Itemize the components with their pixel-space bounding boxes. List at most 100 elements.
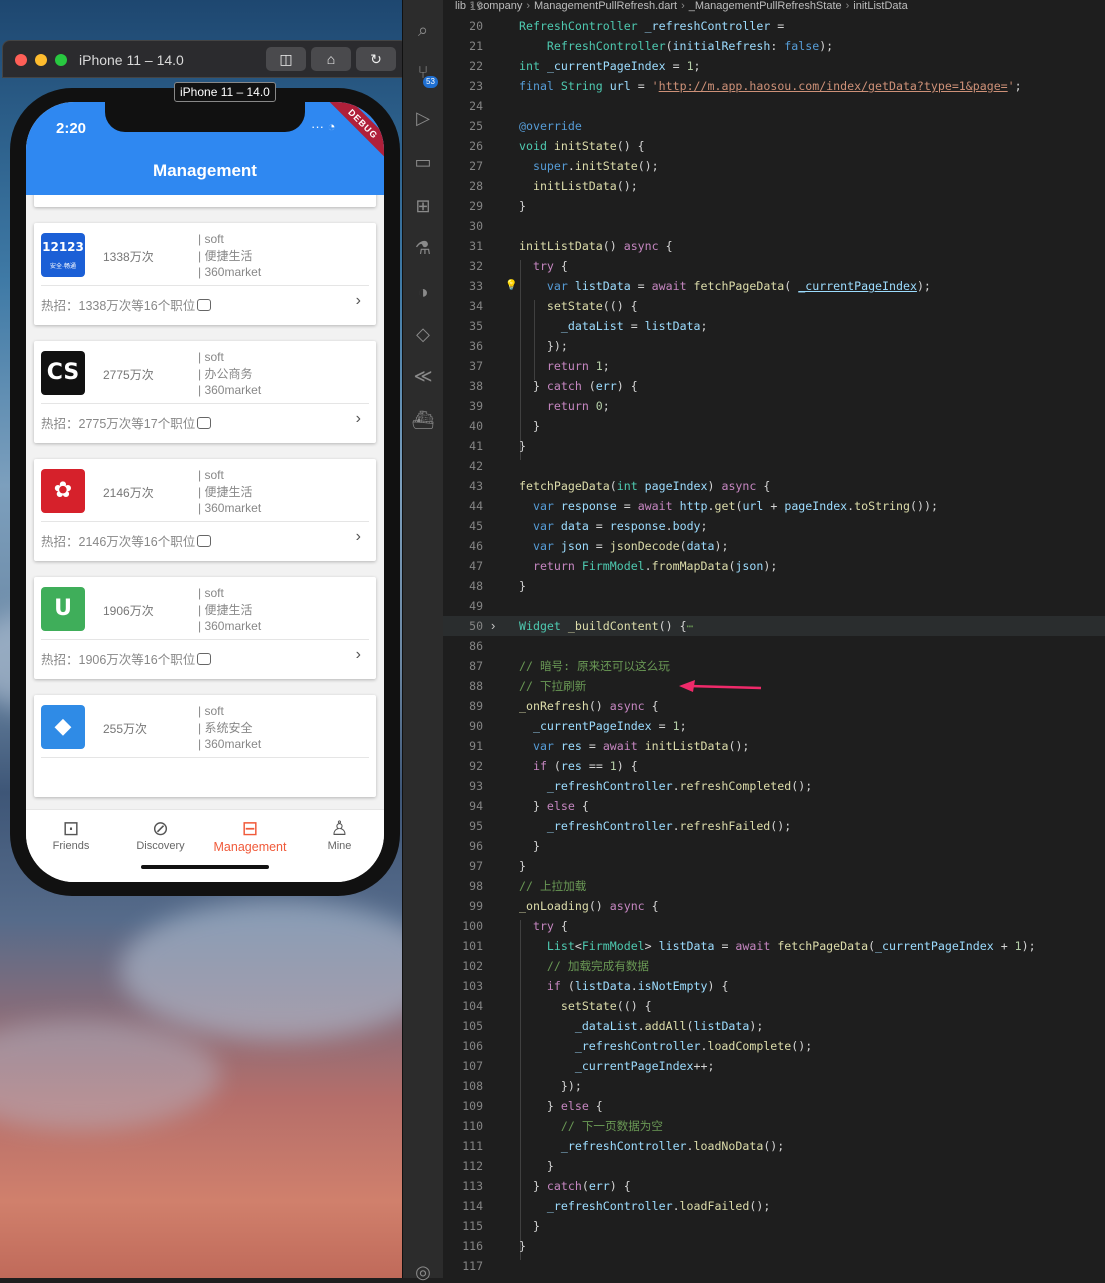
code-line[interactable]: 89 _onRefresh() async { <box>443 696 1105 716</box>
code-line[interactable]: 107 _currentPageIndex++; <box>443 1056 1105 1076</box>
code-editor[interactable]: lib › company › ManagementPullRefresh.dart › _… <box>443 0 1105 1278</box>
list-card[interactable]: 热招：156万次等12个职位› <box>34 195 376 207</box>
extensions-icon[interactable]: ⊞ <box>403 196 443 217</box>
card-list[interactable]: 热招：156万次等12个职位› 12123安全·畅通 1338万次 | soft | 便… <box>26 195 384 809</box>
code-line[interactable]: 103 if (listData.isNotEmpty) { <box>443 976 1105 996</box>
code-line[interactable]: 33 var listData = await fetchPageData( _… <box>443 276 1105 296</box>
code-line[interactable]: 101 List<FirmModel> listData = await fet… <box>443 936 1105 956</box>
search-icon[interactable]: ⌕ <box>403 20 443 41</box>
code-line[interactable]: 27 super.initState(); <box>443 156 1105 176</box>
code-line[interactable]: 91 var res = await initListData(); <box>443 736 1105 756</box>
code-line[interactable]: 90 _currentPageIndex = 1; <box>443 716 1105 736</box>
code-line[interactable]: 117 <box>443 1256 1105 1276</box>
list-card[interactable]: ◆ 255万次 | soft | 系统安全 | 360market <box>34 695 376 797</box>
list-card[interactable]: ✿ 2146万次 | soft | 便捷生活 | 360market 热招：2146万次等… <box>34 459 376 561</box>
code-line[interactable]: 93 _refreshController.refreshCompleted()… <box>443 776 1105 796</box>
tab-friends[interactable]: ⊡ Friends <box>26 818 116 852</box>
code-line[interactable]: 105 _dataList.addAll(listData); <box>443 1016 1105 1036</box>
close-window-button[interactable] <box>15 54 27 66</box>
code-line[interactable]: 48} <box>443 576 1105 596</box>
code-line[interactable]: 21 RefreshController(initialRefresh: fal… <box>443 36 1105 56</box>
code-line[interactable]: 41} <box>443 436 1105 456</box>
code-line[interactable]: 19 <box>443 0 1105 16</box>
chevron-right-icon[interactable]: › <box>356 292 361 310</box>
code-line[interactable]: 43 fetchPageData(int pageIndex) async { <box>443 476 1105 496</box>
chevron-right-icon[interactable]: › <box>356 410 361 428</box>
code-line[interactable]: 92 if (res == 1) { <box>443 756 1105 776</box>
code-line[interactable]: 49 <box>443 596 1105 616</box>
tab-mine[interactable]: ♙ Mine <box>295 818 385 852</box>
code-line[interactable]: 116} <box>443 1236 1105 1256</box>
code-line[interactable]: 86 <box>443 636 1105 656</box>
code-line[interactable]: 35 _dataList = listData; <box>443 316 1105 336</box>
code-line[interactable]: 50 Widget _buildContent() {⋯ › <box>443 616 1105 636</box>
tab-management[interactable]: ⊟ Management <box>205 818 295 854</box>
flutter-icon[interactable]: ≪ <box>403 366 443 387</box>
code-line[interactable]: 110 // 下一页数据为空 <box>443 1116 1105 1136</box>
code-line[interactable]: 112 } <box>443 1156 1105 1176</box>
code-line[interactable]: 25 @override <box>443 116 1105 136</box>
chevron-right-icon[interactable]: › <box>356 528 361 546</box>
code-line[interactable]: 95 _refreshController.refreshFailed(); <box>443 816 1105 836</box>
code-line[interactable]: 87 // 暗号: 原来还可以这么玩 <box>443 656 1105 676</box>
list-card[interactable]: 12123 安全·畅通 1338万次 | soft | 便捷生活 | 360market 热… <box>34 223 376 325</box>
code-line[interactable]: 104 setState(() { <box>443 996 1105 1016</box>
code-line[interactable]: 28 initListData(); <box>443 176 1105 196</box>
code-line[interactable]: 96 } <box>443 836 1105 856</box>
list-card[interactable]: CS 2775万次 | soft | 办公商务 | 360market 热招：2775万次… <box>34 341 376 443</box>
code-line[interactable]: 20 RefreshController _refreshController = <box>443 16 1105 36</box>
code-line[interactable]: 32 try { <box>443 256 1105 276</box>
code-line[interactable]: 22 int _currentPageIndex = 1; <box>443 56 1105 76</box>
code-line[interactable]: 31 initListData() async { <box>443 236 1105 256</box>
run-debug-icon[interactable]: ▷ <box>403 108 443 129</box>
code-line[interactable]: 99 _onLoading() async { <box>443 896 1105 916</box>
docker-icon[interactable]: ⛴ <box>403 410 443 431</box>
code-line[interactable]: 26 void initState() { <box>443 136 1105 156</box>
code-line[interactable]: 98 // 上拉加载 <box>443 876 1105 896</box>
code-line[interactable]: 114 _refreshController.loadFailed(); <box>443 1196 1105 1216</box>
gitlab-icon[interactable]: ◇ <box>403 324 443 345</box>
code-line[interactable]: 37 return 1; <box>443 356 1105 376</box>
code-line[interactable]: 113 } catch(err) { <box>443 1176 1105 1196</box>
code-line[interactable]: 34 setState(() { <box>443 296 1105 316</box>
code-line[interactable]: 40 } <box>443 416 1105 436</box>
code-line[interactable]: 24 <box>443 96 1105 116</box>
code-line[interactable]: 38 } catch (err) { <box>443 376 1105 396</box>
list-card[interactable]: U 1906万次 | soft | 便捷生活 | 360market 热招：1906万次等… <box>34 577 376 679</box>
code-line[interactable]: 23 final String url = 'http://m.app.haoso… <box>443 76 1105 96</box>
testing-icon[interactable]: ⚗ <box>403 238 443 259</box>
code-line[interactable]: 97} <box>443 856 1105 876</box>
screenshot-icon[interactable]: ◫ <box>266 47 306 71</box>
code-line[interactable]: 108 }); <box>443 1076 1105 1096</box>
code-line[interactable]: 45 var data = response.body; <box>443 516 1105 536</box>
home-icon[interactable]: ⌂ <box>311 47 351 71</box>
code-line[interactable]: 109 } else { <box>443 1096 1105 1116</box>
fold-chevron-icon[interactable]: › <box>491 616 495 636</box>
code-line[interactable]: 42 <box>443 456 1105 476</box>
code-line[interactable]: 44 var response = await http.get(url + p… <box>443 496 1105 516</box>
zoom-window-button[interactable] <box>55 54 67 66</box>
code-line[interactable]: 115 } <box>443 1216 1105 1236</box>
rotate-icon[interactable]: ↻ <box>356 47 396 71</box>
code-line[interactable]: 47 return FirmModel.fromMapData(json); <box>443 556 1105 576</box>
home-indicator[interactable] <box>141 865 269 869</box>
code-line[interactable]: 106 _refreshController.loadComplete(); <box>443 1036 1105 1056</box>
code-line[interactable]: 111 _refreshController.loadNoData(); <box>443 1136 1105 1156</box>
code-line[interactable]: 100 try { <box>443 916 1105 936</box>
code-line[interactable]: 29} <box>443 196 1105 216</box>
minimize-window-button[interactable] <box>35 54 47 66</box>
code-line[interactable]: 88 // 下拉刷新 <box>443 676 1105 696</box>
code-line[interactable]: 102 // 加载完成有数据 <box>443 956 1105 976</box>
account-icon[interactable]: ◎ <box>403 1262 443 1283</box>
chevron-right-icon[interactable]: › <box>356 646 361 664</box>
code-line[interactable]: 36 }); <box>443 336 1105 356</box>
lightbulb-icon[interactable]: 💡 <box>505 276 517 296</box>
code-line[interactable]: 94 } else { <box>443 796 1105 816</box>
code-line[interactable]: 39 return 0; <box>443 396 1105 416</box>
remote-explorer-icon[interactable]: ▭ <box>403 152 443 173</box>
timeline-icon[interactable]: ◑ <box>403 282 443 303</box>
tab-discovery[interactable]: ⊘ Discovery <box>116 818 206 852</box>
code-line[interactable]: 30 <box>443 216 1105 236</box>
category-tag: | soft <box>198 350 224 364</box>
code-line[interactable]: 46 var json = jsonDecode(data); <box>443 536 1105 556</box>
